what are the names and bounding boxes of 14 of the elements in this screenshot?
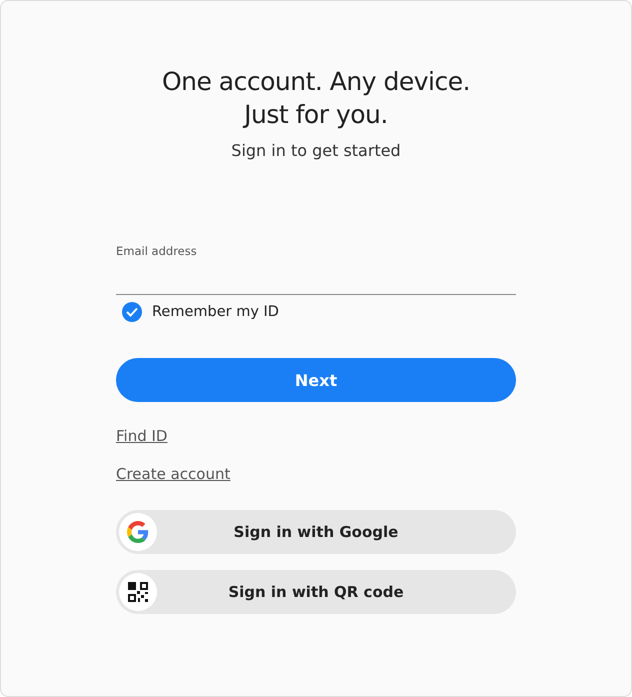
qr-code-icon — [128, 582, 148, 602]
heading: Just for you. — [242, 99, 389, 131]
check-icon — [126, 307, 138, 317]
checkbox-label: Remember my ID — [152, 304, 279, 320]
google-logo-icon — [127, 521, 149, 543]
subtitle: Sign in to get started — [231, 141, 401, 160]
link[interactable]: Create account — [116, 465, 230, 483]
social-sign-in-button[interactable]: Sign in with Google — [116, 510, 516, 554]
checkbox[interactable] — [122, 302, 142, 322]
field-label: Email address — [116, 244, 198, 258]
next-button[interactable]: Next — [116, 358, 516, 402]
social-sign-in-button[interactable]: Sign in with QR code — [116, 570, 516, 614]
heading: One account. Any device. — [162, 66, 470, 98]
link[interactable]: Find ID — [116, 427, 168, 445]
